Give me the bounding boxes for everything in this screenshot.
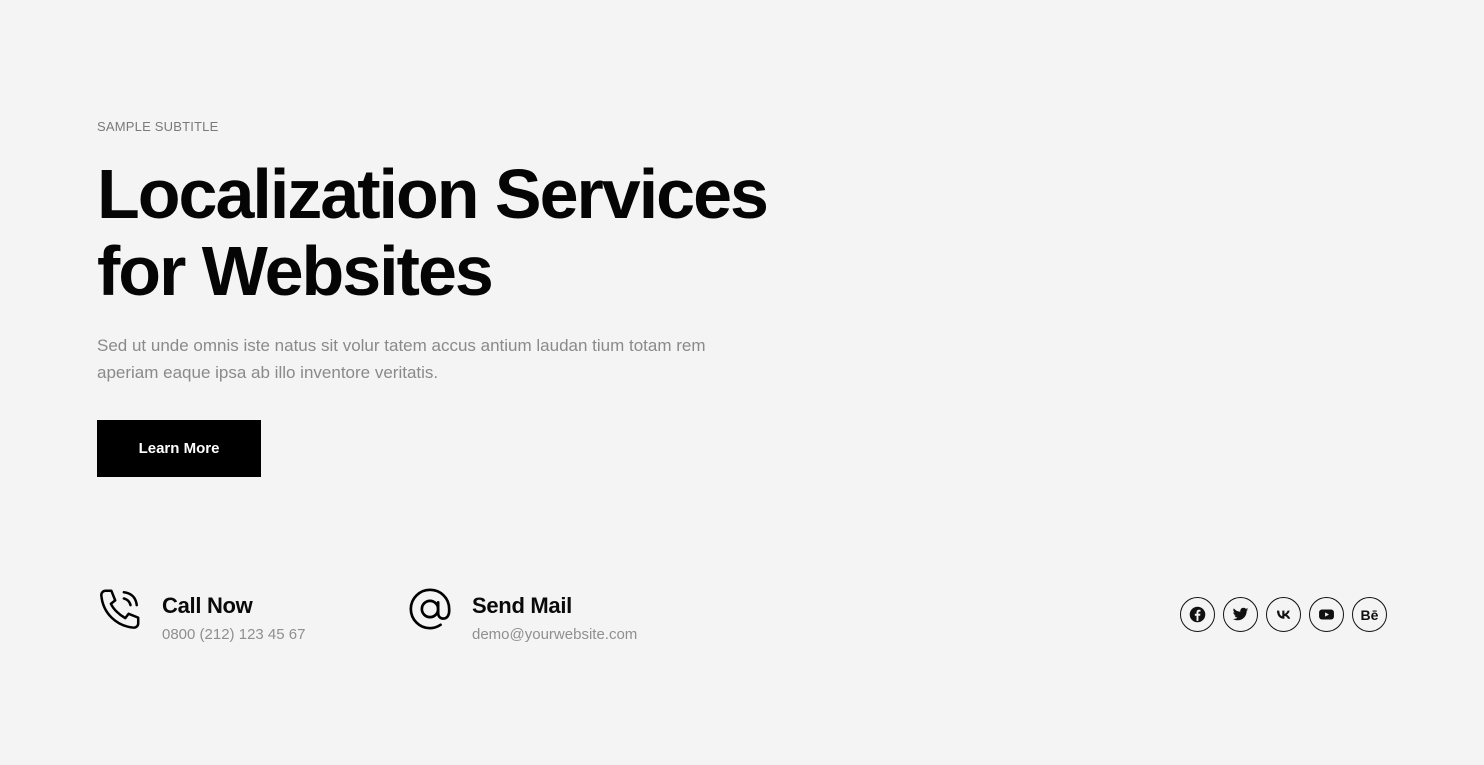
hero-title-line-2: for Websites (97, 232, 494, 310)
contact-call-label: Call Now (162, 593, 253, 618)
contact-call-text: Call Now 0800 (212) 123 45 67 (162, 585, 305, 644)
behance-link[interactable]: Bē (1352, 597, 1387, 632)
hero-description: Sed ut unde omnis iste natus sit volur t… (97, 336, 706, 382)
phone-icon (97, 585, 143, 633)
hero-subtitle: SAMPLE SUBTITLE (97, 119, 219, 134)
contact-call[interactable]: Call Now 0800 (212) 123 45 67 (97, 585, 305, 644)
youtube-icon (1319, 609, 1334, 620)
vk-icon (1276, 610, 1291, 619)
facebook-icon (1189, 606, 1206, 623)
hero-section: SAMPLE SUBTITLE Localization Services fo… (97, 0, 1387, 765)
twitter-icon (1232, 607, 1249, 621)
contact-mail[interactable]: Send Mail demo@yourwebsite.com (407, 585, 637, 644)
vk-link[interactable] (1266, 597, 1301, 632)
behance-icon: Bē (1360, 606, 1379, 623)
learn-more-button[interactable]: Learn More (97, 420, 261, 477)
youtube-link[interactable] (1309, 597, 1344, 632)
hero-title-line-1: Localization Services (97, 155, 769, 233)
facebook-link[interactable] (1180, 597, 1215, 632)
contact-mail-value[interactable]: demo@yourwebsite.com (472, 626, 637, 644)
contact-mail-label: Send Mail (472, 593, 572, 618)
contact-call-value[interactable]: 0800 (212) 123 45 67 (162, 626, 305, 644)
hero-title: Localization Services for Websites (97, 156, 857, 310)
contact-mail-text: Send Mail demo@yourwebsite.com (472, 585, 637, 644)
social-links: Bē (1180, 597, 1387, 632)
at-sign-icon (407, 585, 453, 633)
twitter-link[interactable] (1223, 597, 1258, 632)
